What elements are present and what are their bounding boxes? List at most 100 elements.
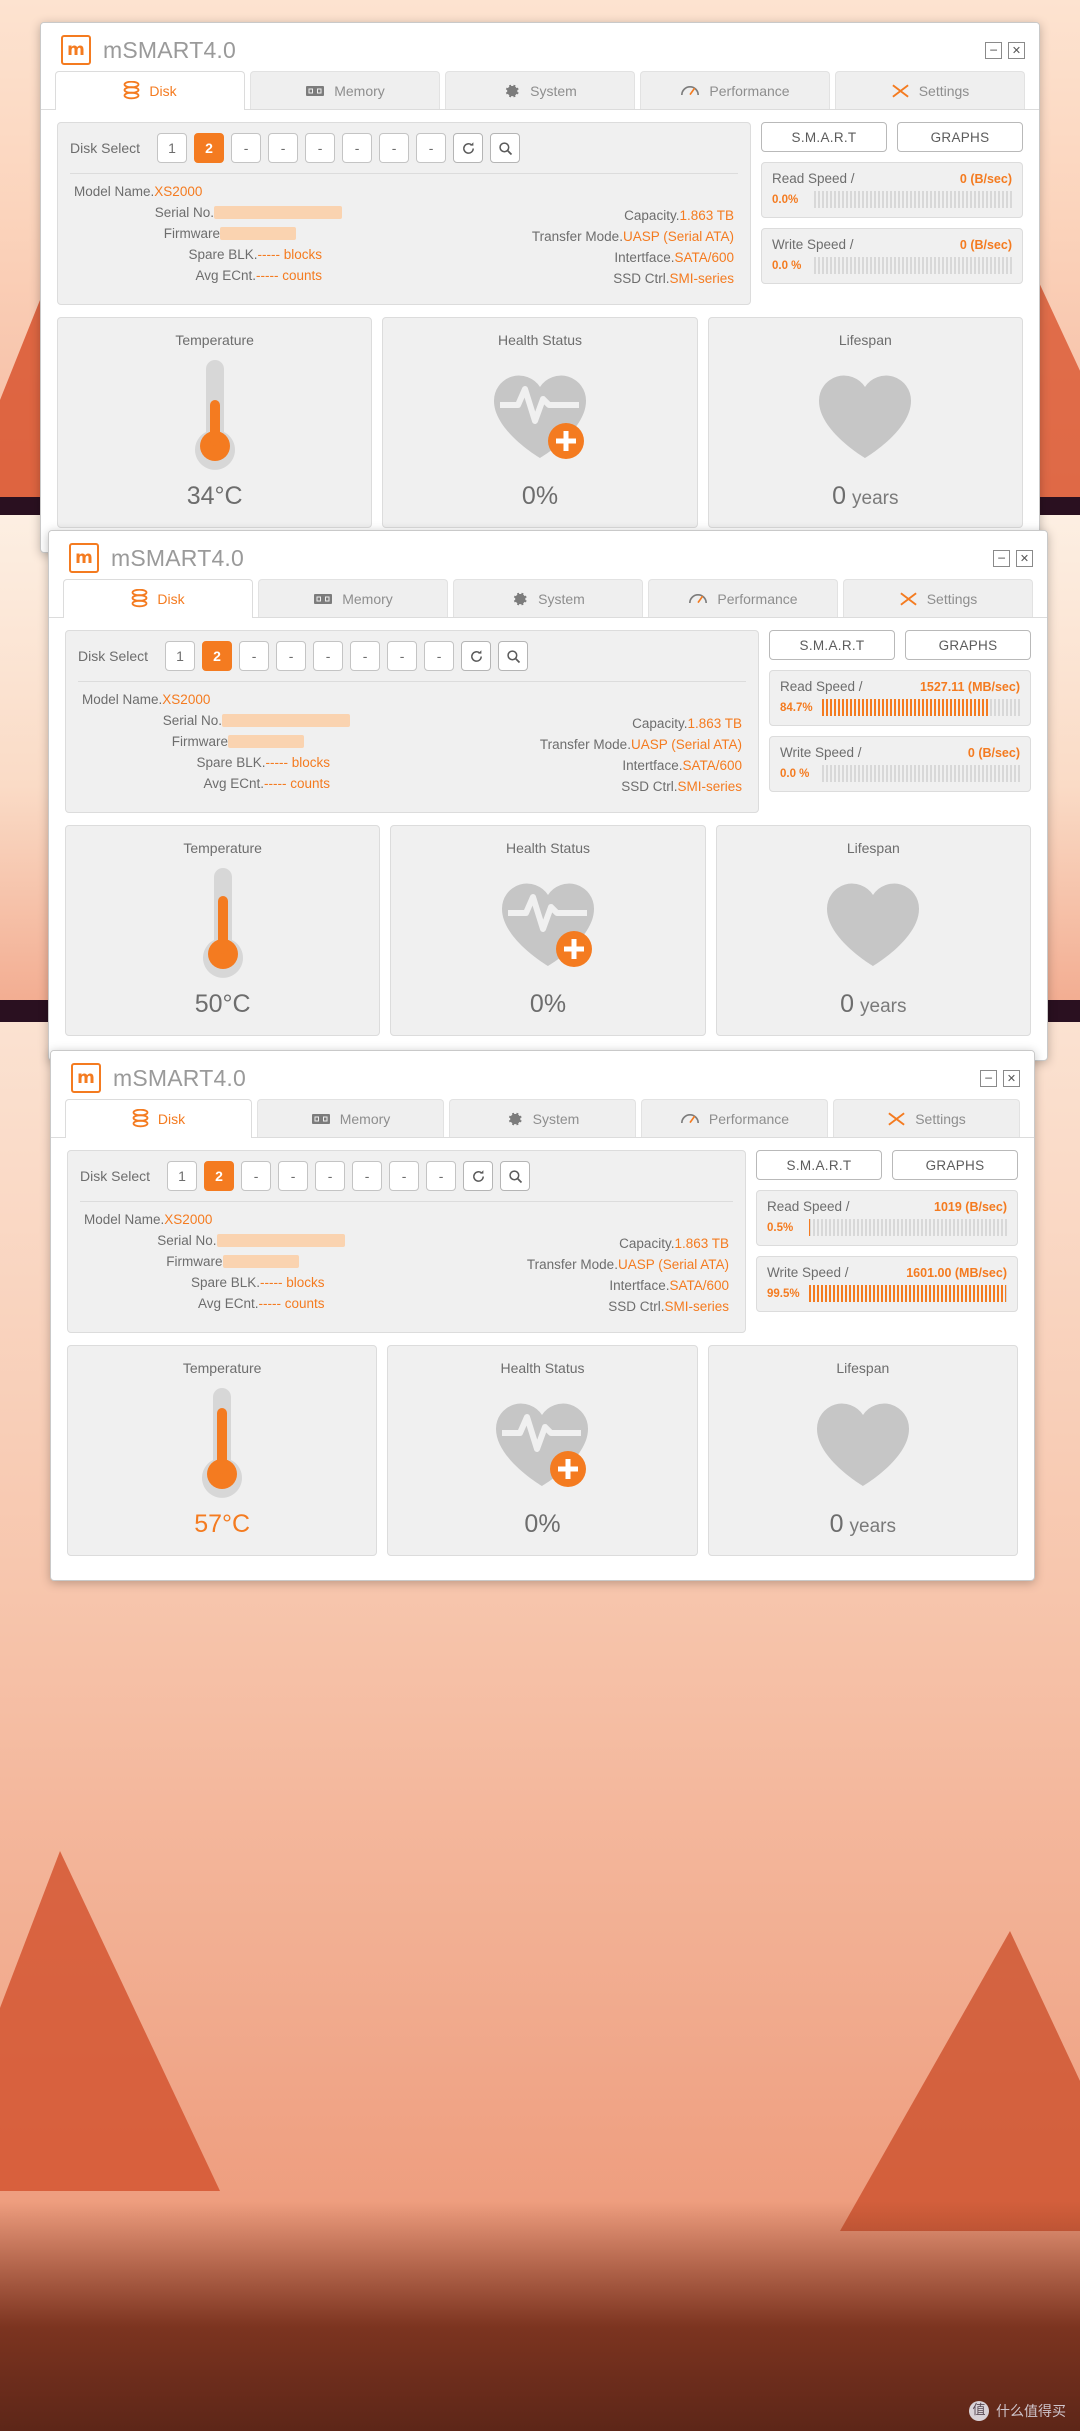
tab-settings[interactable]: Settings	[835, 71, 1025, 109]
tab-settings[interactable]: Settings	[833, 1099, 1020, 1137]
disk-slot-2[interactable]: 2	[202, 641, 233, 671]
tab-bar[interactable]: Disk Memory System Performance Settings	[51, 1099, 1034, 1138]
smart-button[interactable]: S.M.A.R.T	[761, 122, 887, 152]
disk-slot-3[interactable]: -	[241, 1161, 272, 1191]
disk-slot-2[interactable]: 2	[194, 133, 225, 163]
disk-slot-6[interactable]: -	[350, 641, 381, 671]
tab-memory[interactable]: Memory	[258, 579, 448, 617]
tab-disk[interactable]: Disk	[65, 1099, 252, 1138]
graphs-button[interactable]: GRAPHS	[897, 122, 1023, 152]
graphs-button[interactable]: GRAPHS	[892, 1150, 1018, 1180]
info-model-name: Model Name.XS2000	[82, 692, 211, 707]
disk-select-row[interactable]: Disk Select 1 2 - - - - - -	[68, 1151, 745, 1201]
disk-slot-6[interactable]: -	[342, 133, 373, 163]
msmart-window-3[interactable]: m mSMART4.0 ─ ✕ Disk Memory System Perfo…	[50, 1050, 1035, 1581]
disk-select-label: Disk Select	[70, 140, 141, 156]
msmart-window-1[interactable]: m mSMART4.0 ─ ✕ Disk Memory System Perfo…	[40, 22, 1040, 553]
lifespan-heart-icon	[805, 354, 925, 474]
tab-system[interactable]: System	[449, 1099, 636, 1137]
disk-info-card: Disk Select 1 2 - - - - - - Model Name.X…	[65, 630, 759, 813]
info-model-name: Model Name.XS2000	[74, 184, 203, 199]
disk-slot-1[interactable]: 1	[165, 641, 196, 671]
disk-slot-8[interactable]: -	[426, 1161, 457, 1191]
tab-label: System	[538, 590, 585, 607]
info-firmware: Firmware	[74, 226, 404, 241]
disk-slot-5[interactable]: -	[313, 641, 344, 671]
disk-slot-1[interactable]: 1	[157, 133, 188, 163]
settings-sliders-icon	[899, 591, 918, 607]
tab-performance[interactable]: Performance	[641, 1099, 828, 1137]
disk-slot-2[interactable]: 2	[204, 1161, 235, 1191]
disk-slot-3[interactable]: -	[239, 641, 270, 671]
action-buttons[interactable]: S.M.A.R.T GRAPHS	[761, 122, 1023, 152]
disk-slot-7[interactable]: -	[387, 641, 418, 671]
performance-gauge-icon	[688, 591, 708, 606]
tab-label: System	[530, 82, 577, 99]
tab-performance[interactable]: Performance	[640, 71, 830, 109]
search-icon[interactable]	[498, 641, 529, 671]
thermometer-icon	[195, 1382, 249, 1502]
info-firmware: Firmware	[82, 734, 412, 749]
tab-bar[interactable]: Disk Memory System Performance Settings	[41, 71, 1039, 110]
disk-info-grid: Model Name.XS2000 Serial No. Firmware Sp…	[68, 1202, 745, 1332]
read-speed-percent: 0.5%	[767, 1221, 794, 1234]
disk-slot-8[interactable]: -	[424, 641, 455, 671]
lifespan-title: Lifespan	[838, 332, 892, 348]
tab-disk[interactable]: Disk	[55, 71, 245, 110]
info-transfer-mode: Transfer Mode.UASP (Serial ATA)	[539, 737, 742, 752]
health-title: Health Status	[497, 332, 583, 348]
disk-slot-8[interactable]: -	[416, 133, 447, 163]
screenshot-page: m mSMART4.0 ─ ✕ Disk Memory System Perfo…	[0, 0, 1080, 2431]
disk-slot-7[interactable]: -	[389, 1161, 420, 1191]
tab-memory[interactable]: Memory	[250, 71, 440, 109]
tab-settings[interactable]: Settings	[843, 579, 1033, 617]
disk-slot-1[interactable]: 1	[167, 1161, 198, 1191]
disk-slot-4[interactable]: -	[276, 641, 307, 671]
action-buttons[interactable]: S.M.A.R.T GRAPHS	[756, 1150, 1018, 1180]
write-speed-label: Write Speed /	[772, 237, 854, 252]
tab-bar[interactable]: Disk Memory System Performance Settings	[49, 579, 1047, 618]
close-button[interactable]: ✕	[1003, 1069, 1020, 1087]
disk-slot-3[interactable]: -	[231, 133, 262, 163]
search-icon[interactable]	[500, 1161, 531, 1191]
disk-select-row[interactable]: Disk Select 1 2 - - - - - -	[58, 123, 750, 173]
smart-button[interactable]: S.M.A.R.T	[769, 630, 895, 660]
disk-slot-5[interactable]: -	[305, 133, 336, 163]
smart-button[interactable]: S.M.A.R.T	[756, 1150, 882, 1180]
disk-slot-6[interactable]: -	[352, 1161, 383, 1191]
tab-system[interactable]: System	[445, 71, 635, 109]
minimize-button[interactable]: ─	[985, 41, 1002, 59]
disk-select-row[interactable]: Disk Select 1 2 - - - - - -	[66, 631, 758, 681]
serial-redaction	[216, 1233, 345, 1247]
temperature-value: 34°C	[186, 482, 243, 510]
window-controls[interactable]: ─ ✕	[985, 41, 1025, 59]
window-controls[interactable]: ─ ✕	[993, 549, 1033, 567]
health-heart-icon	[488, 862, 608, 982]
action-buttons[interactable]: S.M.A.R.T GRAPHS	[769, 630, 1031, 660]
thermometer-icon	[188, 354, 242, 474]
tab-system[interactable]: System	[453, 579, 643, 617]
app-title: mSMART4.0	[111, 544, 245, 571]
msmart-window-2[interactable]: m mSMART4.0 ─ ✕ Disk Memory System Perfo…	[48, 530, 1048, 1061]
graphs-button[interactable]: GRAPHS	[905, 630, 1031, 660]
search-icon[interactable]	[490, 133, 521, 163]
minimize-button[interactable]: ─	[980, 1069, 997, 1087]
tab-memory[interactable]: Memory	[257, 1099, 444, 1137]
disk-slot-5[interactable]: -	[315, 1161, 346, 1191]
tab-disk[interactable]: Disk	[63, 579, 253, 618]
write-speed-box: Write Speed / 0 (B/sec) 0.0 %	[761, 228, 1023, 284]
disk-slot-4[interactable]: -	[278, 1161, 309, 1191]
refresh-icon[interactable]	[461, 641, 492, 671]
disk-slot-4[interactable]: -	[268, 133, 299, 163]
window-controls[interactable]: ─ ✕	[980, 1069, 1020, 1087]
close-button[interactable]: ✕	[1016, 549, 1033, 567]
refresh-icon[interactable]	[453, 133, 484, 163]
close-button[interactable]: ✕	[1008, 41, 1025, 59]
read-speed-box: Read Speed / 1019 (B/sec) 0.5%	[756, 1190, 1018, 1246]
minimize-button[interactable]: ─	[993, 549, 1010, 567]
disk-slot-7[interactable]: -	[379, 133, 410, 163]
tab-performance[interactable]: Performance	[648, 579, 838, 617]
read-speed-value: 1527.11 (MB/sec)	[919, 680, 1020, 694]
refresh-icon[interactable]	[463, 1161, 494, 1191]
info-avg-ecnt: Avg ECnt.----- counts	[203, 776, 330, 791]
